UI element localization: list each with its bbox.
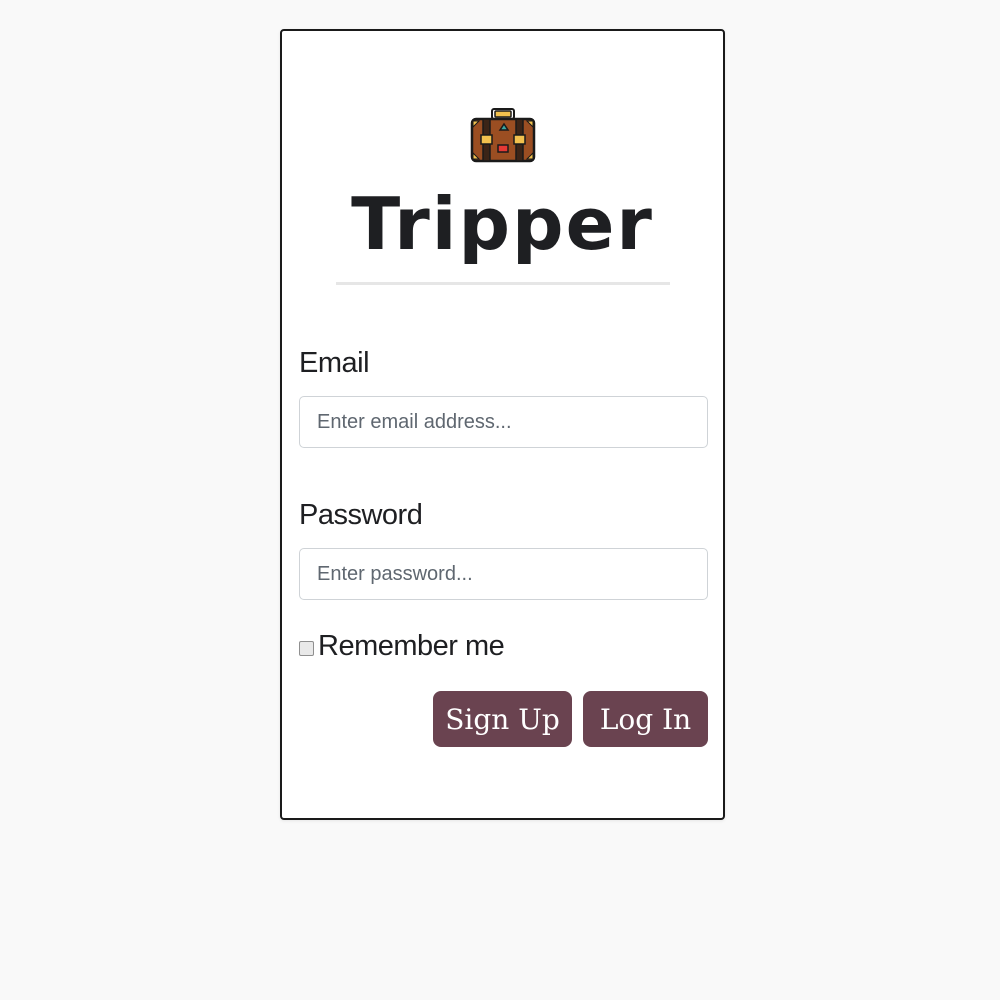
title-divider (336, 282, 670, 285)
log-in-button[interactable]: Log In (583, 691, 708, 747)
brand-title: Tripper (351, 182, 654, 266)
login-card: Tripper Email Password Remember me Sign … (280, 29, 725, 820)
password-input[interactable] (299, 548, 708, 600)
suitcase-icon (470, 108, 536, 163)
email-input[interactable] (299, 396, 708, 448)
remember-label[interactable]: Remember me (318, 630, 505, 663)
password-label: Password (299, 499, 423, 531)
remember-checkbox[interactable] (299, 640, 314, 656)
remember-row: Remember me (299, 626, 505, 666)
email-label: Email (299, 347, 370, 379)
sign-up-button[interactable]: Sign Up (433, 691, 572, 747)
